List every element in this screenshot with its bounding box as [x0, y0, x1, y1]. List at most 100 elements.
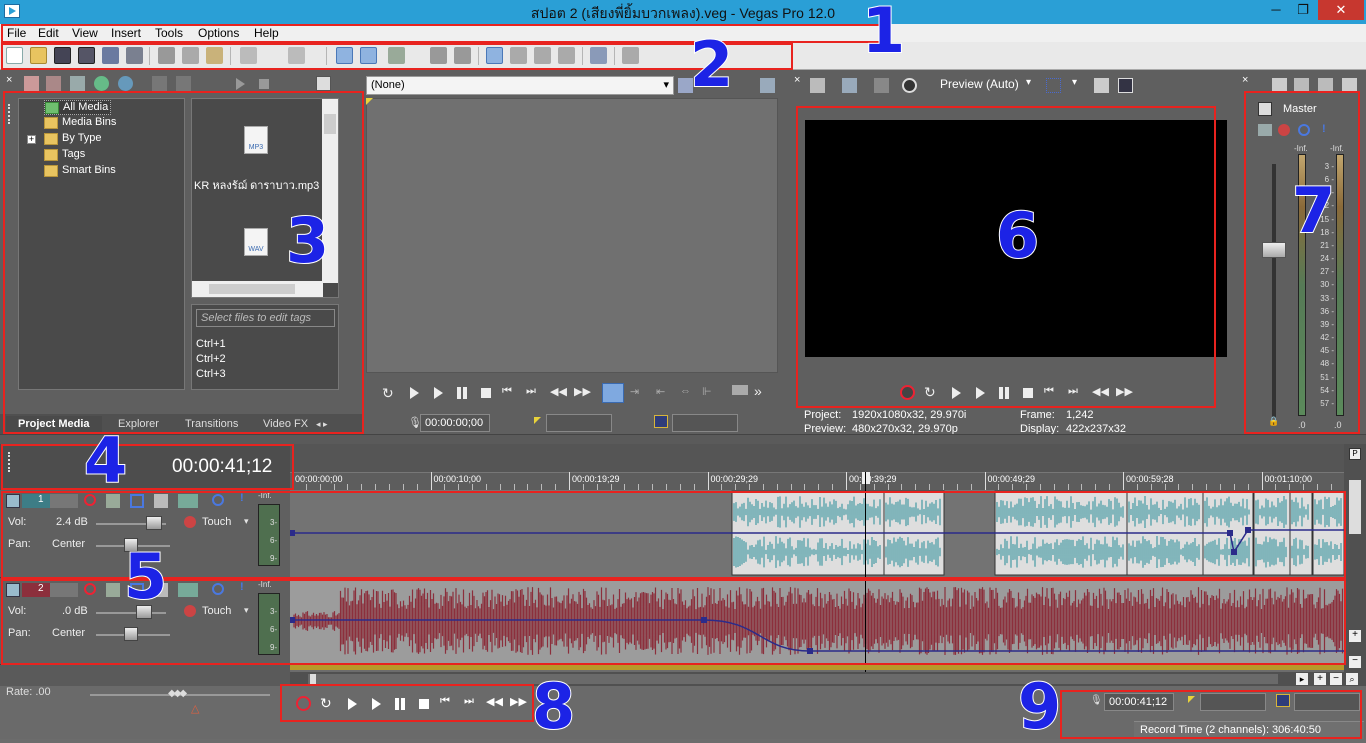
split-screen-icon[interactable] — [902, 78, 917, 93]
main-go-to-start-icon[interactable]: ⏮ — [440, 695, 456, 711]
preview-quality-select[interactable]: Preview (Auto) — [940, 77, 1019, 91]
tab-scroll-arrows-icon[interactable]: ◂ ▸ — [316, 419, 342, 431]
previous-frame-icon[interactable]: ◀◀ — [550, 385, 567, 401]
master-mute-icon[interactable] — [1298, 124, 1310, 136]
arm-record-icon[interactable] — [84, 494, 96, 506]
hscroll-thumb[interactable] — [209, 284, 295, 294]
menu-view[interactable]: View — [72, 26, 98, 40]
preview-loop-icon[interactable]: ↻ — [924, 384, 940, 400]
play-icon[interactable] — [430, 385, 446, 401]
mute-icon[interactable] — [212, 494, 224, 506]
dock-splitter[interactable] — [0, 434, 1366, 444]
zoom-tool-icon[interactable] — [558, 47, 575, 64]
tab-transitions[interactable]: Transitions — [185, 418, 238, 430]
track-name-field[interactable] — [50, 494, 78, 508]
wav-file-icon[interactable]: WAV — [244, 228, 268, 256]
dim-output-icon[interactable] — [1318, 78, 1333, 93]
zoom-in-horizontal-icon[interactable]: + — [1314, 673, 1326, 685]
normal-edit-tool-icon[interactable] — [336, 47, 353, 64]
track-settings-icon[interactable] — [154, 494, 168, 508]
selection-tool-icon[interactable] — [534, 47, 551, 64]
next-frame-icon[interactable]: ▶▶ — [574, 385, 591, 401]
timeline-hscrollbar[interactable]: ▸ + − ⌕ — [290, 672, 1366, 686]
save-snapshot-icon[interactable] — [1118, 78, 1133, 93]
automation-mode-icon[interactable] — [184, 516, 196, 528]
open-icon[interactable] — [30, 47, 47, 64]
pan-slider[interactable] — [124, 627, 138, 641]
tree-tags[interactable]: Tags — [44, 148, 85, 163]
stop-preview-icon[interactable] — [256, 76, 271, 91]
automation-mode[interactable]: Touch — [202, 605, 231, 617]
main-prev-frame-icon[interactable]: ◀◀ — [486, 695, 503, 711]
scroll-thumb[interactable] — [324, 114, 336, 134]
zoom-out-horizontal-icon[interactable]: − — [1330, 673, 1342, 685]
add-to-timeline-after-icon[interactable]: ⇥ — [630, 385, 646, 401]
maximize-button[interactable]: ❐ — [1289, 0, 1317, 20]
trimmer-source-select[interactable]: (None) ▾ — [366, 76, 674, 95]
overlays-dropdown-icon[interactable]: ▾ — [1072, 77, 1077, 88]
main-next-frame-icon[interactable]: ▶▶ — [510, 695, 527, 711]
in-point-field[interactable] — [546, 414, 612, 432]
main-pause-icon[interactable] — [392, 696, 408, 712]
track-lane-1[interactable] — [290, 490, 1344, 578]
properties-icon[interactable] — [126, 47, 143, 64]
save-as-icon[interactable] — [78, 47, 95, 64]
quality-dropdown-icon[interactable]: ▾ — [1026, 77, 1031, 88]
get-media-web-icon[interactable] — [70, 76, 85, 91]
trimmer-options-icon[interactable] — [678, 78, 693, 93]
minimize-button[interactable]: ─ — [1263, 0, 1289, 20]
extract-audio-icon[interactable] — [94, 76, 109, 91]
media-file-label[interactable]: KR หลงรัฌ์ ดาราบาว.mp3 — [194, 176, 322, 194]
track-fx-icon[interactable] — [106, 583, 120, 597]
preview-video-display[interactable] — [805, 120, 1227, 357]
expand-icon[interactable]: + — [27, 135, 36, 144]
main-play-from-start-icon[interactable] — [344, 696, 360, 712]
preview-go-to-start-icon[interactable]: ⏮ — [1044, 385, 1060, 401]
tags-input[interactable]: Select files to edit tags — [196, 309, 335, 327]
lock-envelopes-icon[interactable] — [430, 47, 447, 64]
save-icon[interactable] — [54, 47, 71, 64]
preview-next-frame-icon[interactable]: ▶▶ — [1116, 385, 1133, 401]
out-point-field[interactable] — [672, 414, 738, 432]
close-preview-icon[interactable]: × — [794, 74, 800, 86]
main-stop-icon[interactable] — [416, 696, 432, 712]
rate-slider[interactable]: ◆◆◆ — [168, 688, 187, 699]
master-lock-icon[interactable]: 🔒 — [1268, 416, 1279, 427]
go-to-start-icon[interactable]: ⏮ — [502, 385, 518, 401]
mp3-file-icon[interactable]: MP3 — [244, 126, 268, 154]
track-minimize-icon[interactable] — [6, 494, 20, 508]
tree-media-bins[interactable]: Media Bins — [44, 116, 116, 131]
main-loop-icon[interactable]: ↻ — [320, 695, 336, 711]
trimmer-video-area[interactable] — [366, 98, 778, 373]
add-to-timeline-icon[interactable] — [602, 383, 624, 403]
vol-slider[interactable] — [136, 605, 152, 619]
sync-cursor-icon[interactable] — [590, 47, 607, 64]
capture-video-icon[interactable] — [46, 76, 61, 91]
fit-to-fill-icon[interactable]: ⇔ — [680, 385, 696, 401]
master-fader-handle[interactable] — [1262, 242, 1286, 258]
tab-explorer[interactable]: Explorer — [118, 418, 159, 430]
zoom-in-vertical-icon[interactable]: + — [1349, 630, 1361, 642]
master-insert-fx-icon[interactable] — [1258, 124, 1272, 136]
tab-project-media[interactable]: Project Media — [6, 416, 102, 434]
zoom-out-vertical-icon[interactable]: − — [1349, 656, 1361, 668]
trimmer-strip-icon[interactable] — [732, 385, 748, 395]
mute-icon[interactable] — [212, 583, 224, 595]
track-header-2[interactable]: 2 ! -Inf. 3- 6- 9- Vol: .0 dB Touch ▾ Pa… — [0, 579, 290, 665]
more-controls-icon[interactable]: » — [754, 383, 762, 399]
arm-record-icon[interactable] — [84, 583, 96, 595]
ignore-grouping-icon[interactable] — [454, 47, 471, 64]
loop-icon[interactable]: ↻ — [382, 385, 398, 401]
main-go-to-end-icon[interactable]: ⏭ — [464, 695, 480, 711]
solo-icon[interactable]: ! — [240, 492, 244, 504]
track-fx-icon[interactable] — [106, 494, 120, 508]
track-header-1[interactable]: 1 ! -Inf. 3- 6- 9- Vol: 2.4 dB Touch ▾ P… — [0, 490, 290, 578]
hscroll-track[interactable] — [308, 674, 1278, 684]
preview-properties-icon[interactable] — [810, 78, 825, 93]
video-fx-icon[interactable] — [874, 78, 889, 93]
menu-tools[interactable]: Tools — [155, 26, 183, 40]
automation-dropdown-icon[interactable]: ▾ — [244, 516, 249, 527]
pause-icon[interactable] — [454, 385, 470, 401]
main-play-icon[interactable] — [368, 696, 384, 712]
play-from-start-icon[interactable] — [406, 385, 422, 401]
